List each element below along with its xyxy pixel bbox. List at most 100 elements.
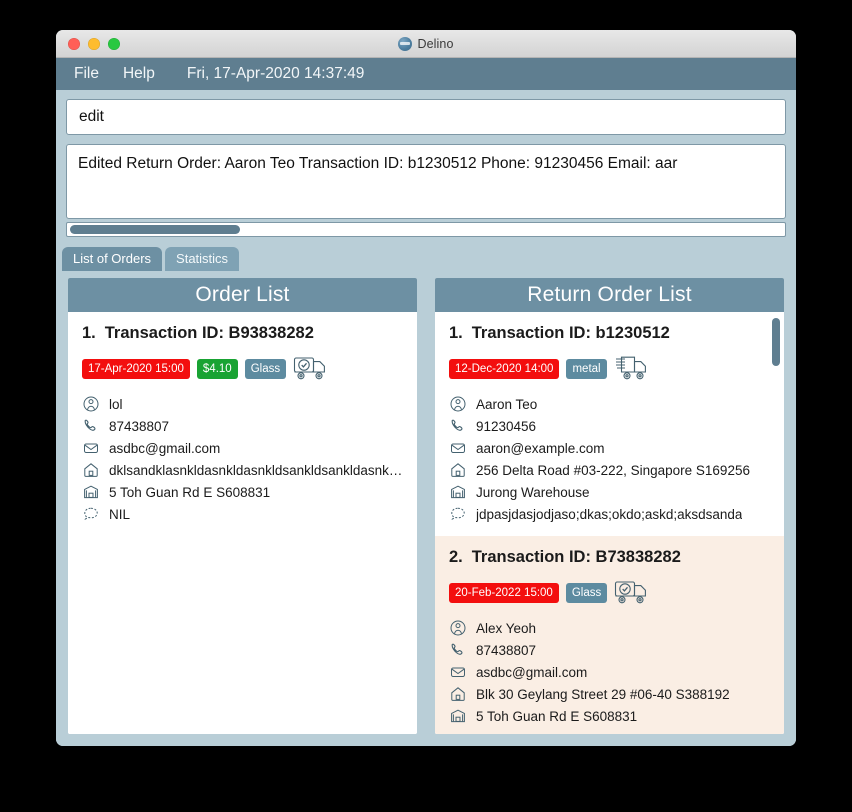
order-detail-row: asdbc@gmail.com: [82, 440, 403, 456]
command-area: edit Edited Return Order: Aaron Teo Tran…: [56, 90, 796, 237]
return-order-list-panel: Return Order List 1. Transaction ID: b123…: [435, 278, 784, 734]
result-text: Edited Return Order: Aaron Teo Transacti…: [78, 155, 678, 172]
order-detail-value: asdbc@gmail.com: [476, 664, 588, 680]
delivery-date-badge: 17-Apr-2020 15:00: [82, 358, 190, 380]
person-icon: [449, 620, 467, 636]
order-detail-value: NIL: [109, 506, 131, 522]
return-order-list-body: 1. Transaction ID: b1230512 12-Dec-2020 14…: [435, 312, 784, 734]
order-detail-row: 256 Delta Road #03-222, Singapore S16925…: [449, 462, 770, 478]
warehouse-icon: [82, 484, 100, 500]
order-detail-value: 5 Toh Guan Rd E S608831: [476, 708, 638, 724]
menu-bar: File Help Fri, 17-Apr-2020 14:37:49: [56, 58, 796, 90]
maximize-button[interactable]: [108, 37, 120, 50]
app-window: Delino File Help Fri, 17-Apr-2020 14:37:…: [56, 30, 796, 746]
order-detail-row: 87438807: [82, 418, 403, 434]
order-card-title: 2. Transaction ID: B73838282: [449, 548, 770, 567]
order-detail-list: lol 87438807 asdbc@gmail.com dklsandklasnkl…: [82, 396, 403, 522]
order-detail-row: lol: [82, 396, 403, 412]
transaction-id-label: Transaction ID: B93838282: [104, 324, 314, 342]
order-index: 1.: [82, 324, 96, 342]
window-controls: [68, 37, 120, 50]
order-detail-row: Alex Yeoh: [449, 620, 770, 636]
return-order-list-header: Return Order List: [435, 278, 784, 312]
truck-delivered-icon: [614, 578, 654, 608]
order-card[interactable]: 2. Transaction ID: B73838282 20-Feb-2022 1…: [435, 536, 784, 734]
result-display-box: Edited Return Order: Aaron Teo Transacti…: [66, 144, 786, 219]
order-list-body: 1. Transaction ID: B93838282 17-Apr-2020 1…: [68, 312, 417, 734]
comment-icon: [449, 506, 467, 522]
command-input[interactable]: edit: [66, 99, 786, 135]
order-card[interactable]: 1. Transaction ID: B93838282 17-Apr-2020 1…: [68, 312, 417, 536]
minimize-button[interactable]: [88, 37, 100, 50]
return-order-list-scroll[interactable]: 1. Transaction ID: b1230512 12-Dec-2020 14…: [435, 312, 784, 734]
order-detail-row: jdpasjdasjodjaso;dkas;okdo;askd;aksdsand…: [449, 506, 770, 522]
order-detail-row: aaron@example.com: [449, 440, 770, 456]
order-detail-value: Aaron Teo: [476, 396, 538, 412]
order-detail-value: 91230456: [476, 418, 537, 434]
order-detail-value: lol: [109, 396, 123, 412]
menu-help[interactable]: Help: [123, 65, 155, 83]
order-card-title: 1. Transaction ID: b1230512: [449, 324, 770, 343]
warehouse-icon: [449, 708, 467, 724]
order-list-panel: Order List 1. Transaction ID: B93838282 17…: [68, 278, 417, 734]
badge-row: 12-Dec-2020 14:00 metal: [449, 354, 770, 384]
scrollbar-thumb[interactable]: [70, 225, 240, 234]
badge-row: 20-Feb-2022 15:00 Glass: [449, 578, 770, 608]
tab-statistics[interactable]: Statistics: [165, 247, 240, 271]
order-detail-value: Jurong Warehouse: [476, 484, 590, 500]
clock-display: Fri, 17-Apr-2020 14:37:49: [186, 65, 365, 82]
window-title: Delino: [417, 36, 454, 51]
warehouse-icon: [449, 484, 467, 500]
order-list-header: Order List: [68, 278, 417, 312]
home-icon: [82, 462, 100, 478]
title-bar: Delino: [56, 30, 796, 58]
envelope-icon: [449, 664, 467, 680]
scrollbar-thumb[interactable]: [772, 318, 780, 366]
transaction-id-label: Transaction ID: b1230512: [471, 324, 670, 342]
order-detail-list: Alex Yeoh 87438807 asdbc@gmail.com Blk 30 G…: [449, 620, 770, 724]
order-card[interactable]: 1. Transaction ID: b1230512 12-Dec-2020 14…: [435, 312, 784, 536]
order-detail-value: Blk 30 Geylang Street 29 #06-40 S388192: [476, 686, 730, 702]
tab-list-of-orders[interactable]: List of Orders: [62, 247, 163, 271]
order-detail-value: 87438807: [476, 642, 537, 658]
panels-container: Order List 1. Transaction ID: B93838282 17…: [56, 271, 796, 746]
item-tag-badge: metal: [566, 358, 607, 380]
order-detail-value: dklsandklasnkldasnkldasnkldsankldsanklda…: [109, 462, 403, 478]
order-detail-row: asdbc@gmail.com: [449, 664, 770, 680]
window-title-group: Delino: [56, 36, 796, 51]
home-icon: [449, 462, 467, 478]
order-detail-list: Aaron Teo 91230456 aaron@example.com 256 De…: [449, 396, 770, 522]
order-index: 1.: [449, 324, 463, 342]
price-badge: $4.10: [196, 358, 238, 380]
order-detail-row: 5 Toh Guan Rd E S608831: [449, 708, 770, 724]
phone-icon: [449, 418, 467, 434]
order-index: 2.: [449, 548, 463, 566]
order-list-scroll[interactable]: 1. Transaction ID: B93838282 17-Apr-2020 1…: [68, 312, 417, 734]
close-button[interactable]: [68, 37, 80, 50]
delivery-date-badge: 12-Dec-2020 14:00: [449, 358, 560, 380]
order-detail-value: aaron@example.com: [476, 440, 605, 456]
phone-icon: [82, 418, 100, 434]
order-detail-row: Jurong Warehouse: [449, 484, 770, 500]
menu-file[interactable]: File: [74, 65, 99, 83]
order-detail-row: dklsandklasnkldasnkldasnkldsankldsanklda…: [82, 462, 403, 478]
order-detail-row: Aaron Teo: [449, 396, 770, 412]
order-detail-row: 91230456: [449, 418, 770, 434]
truck-moving-icon: [614, 354, 654, 384]
comment-icon: [82, 506, 100, 522]
envelope-icon: [82, 440, 100, 456]
person-icon: [82, 396, 100, 412]
tab-strip: List of Orders Statistics: [62, 245, 796, 271]
person-icon: [449, 396, 467, 412]
order-detail-value: jdpasjdasjodjaso;dkas;okdo;askd;aksdsand…: [476, 506, 743, 522]
delivery-date-badge: 20-Feb-2022 15:00: [449, 582, 559, 604]
order-detail-row: NIL: [82, 506, 403, 522]
delino-logo-icon: [398, 36, 413, 51]
order-detail-row: 87438807: [449, 642, 770, 658]
envelope-icon: [449, 440, 467, 456]
result-horizontal-scrollbar[interactable]: [66, 222, 786, 237]
order-card-title: 1. Transaction ID: B93838282: [82, 324, 403, 343]
order-detail-row: Blk 30 Geylang Street 29 #06-40 S388192: [449, 686, 770, 702]
order-detail-value: 5 Toh Guan Rd E S608831: [109, 484, 271, 500]
return-list-vertical-scrollbar[interactable]: [770, 312, 782, 734]
